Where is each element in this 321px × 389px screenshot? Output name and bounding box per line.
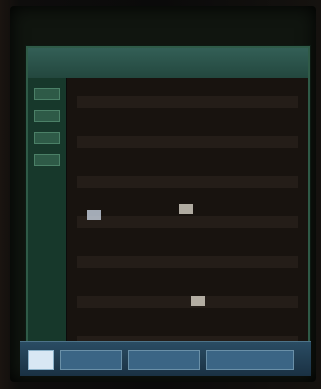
content-highlight [87,210,101,220]
content-row [77,176,298,188]
main-content [66,78,308,348]
sidebar [28,78,67,342]
monitor [10,6,316,382]
content-highlight [191,296,205,306]
content-row [77,96,298,108]
content-row [77,256,298,268]
start-button[interactable] [28,350,54,370]
taskbar-item[interactable] [60,350,122,370]
app-window [26,46,310,368]
taskbar-item[interactable] [206,350,294,370]
screen-frame [0,0,321,389]
content-row [77,216,298,228]
taskbar-item[interactable] [128,350,200,370]
taskbar [20,341,311,376]
content-highlight [179,204,193,214]
sidebar-button-3[interactable] [34,132,60,144]
content-row [77,296,298,308]
window-titlebar[interactable] [28,48,308,78]
sidebar-button-4[interactable] [34,154,60,166]
content-row [77,136,298,148]
sidebar-button-2[interactable] [34,110,60,122]
sidebar-button-1[interactable] [34,88,60,100]
